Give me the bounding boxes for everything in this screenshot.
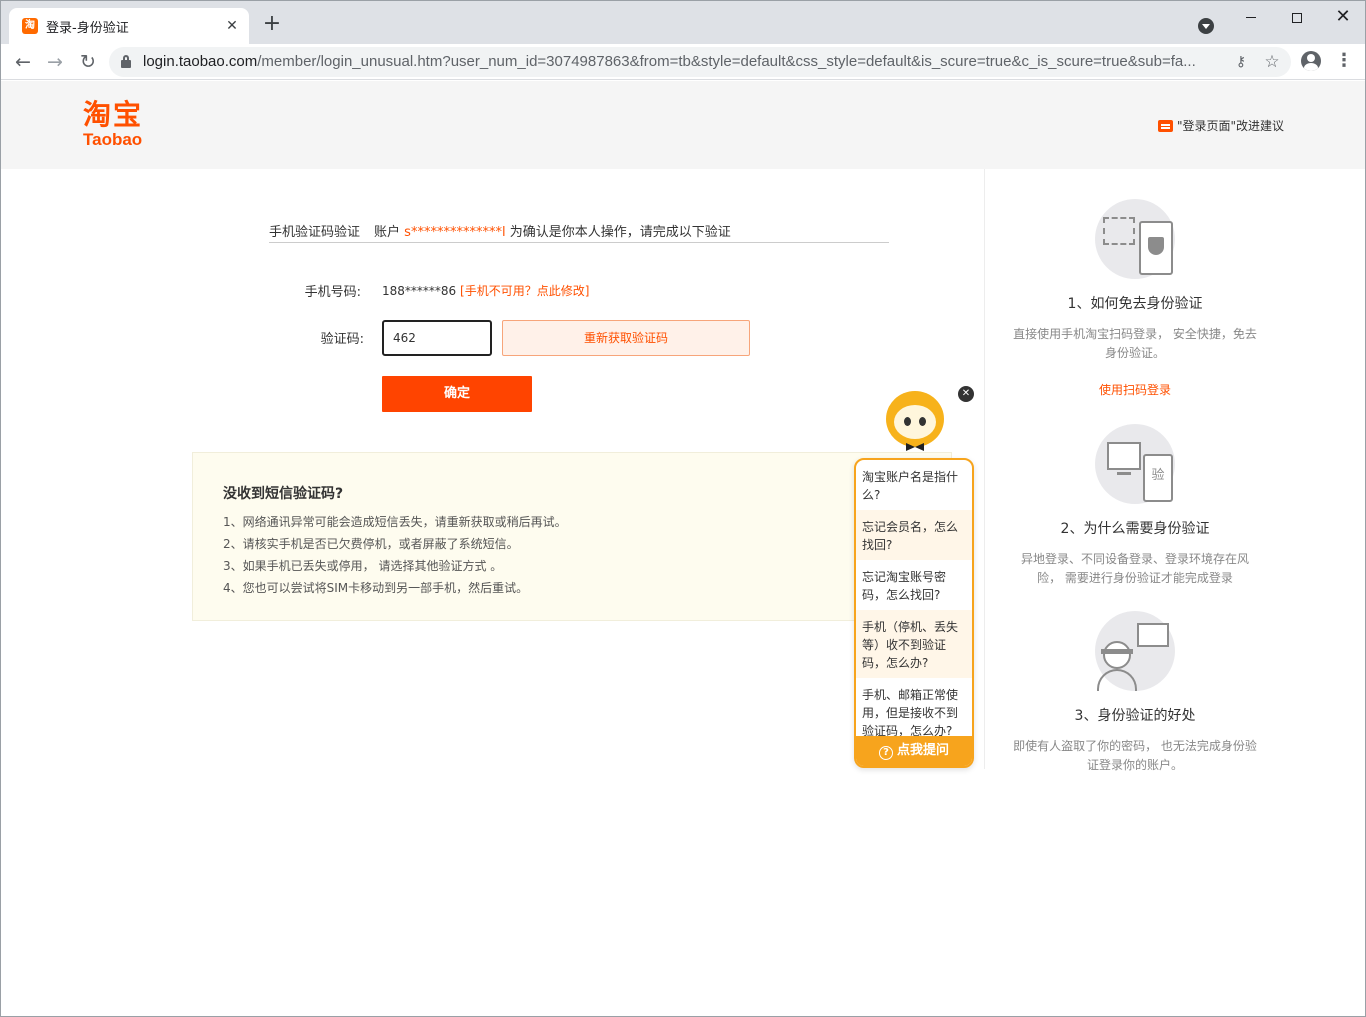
code-label: 验证码: — [320, 332, 364, 347]
logo-en: Taobao — [83, 130, 143, 149]
chat-question[interactable]: 手机（停机、丢失等）收不到验证码，怎么办? — [856, 610, 972, 678]
key-icon[interactable]: ⚷ — [1232, 53, 1250, 71]
reload-icon[interactable]: ↻ — [75, 49, 101, 75]
verify-instruction: 为确认是你本人操作，请完成以下验证 — [509, 225, 731, 240]
window-minimize-button[interactable] — [1228, 5, 1274, 29]
ask-label: 点我提问 — [896, 743, 949, 758]
scan-phone-illustration-icon — [1095, 199, 1175, 279]
tip-item: 2、请核实手机是否已欠费停机，或者屏蔽了系统短信。 — [223, 537, 519, 551]
account-masked: s**************l — [404, 225, 506, 240]
masked-user-illustration-icon — [1095, 611, 1175, 691]
taobao-favicon-icon: 淘 — [22, 18, 38, 34]
phone-number: 188******86 — [382, 284, 457, 298]
phone-number-row: 188******86 [手机不可用？点此修改] — [382, 282, 589, 299]
tips-list: 1、网络通讯异常可能会造成短信丢失，请重新获取或稍后再试。 2、请核实手机是否已… — [223, 511, 567, 599]
verification-code-input[interactable]: 462 — [382, 320, 492, 356]
chat-question[interactable]: 淘宝账户名是指什么? — [856, 460, 972, 510]
feedback-label: "登录页面"改进建议 — [1177, 119, 1285, 133]
tab-active[interactable]: 淘 登录-身份验证 ✕ — [9, 8, 249, 44]
browser-window: 淘 登录-身份验证 ✕ + ✕ ← → ↻ login.taobao.com/m… — [0, 0, 1366, 1017]
change-phone-link[interactable]: [手机不可用？点此修改] — [460, 284, 589, 298]
help-title: 2、为什么需要身份验证 — [1060, 521, 1210, 537]
ask-question-button[interactable]: ? 点我提问 — [856, 736, 972, 766]
chat-question[interactable]: 忘记淘宝账号密码，怎么找回? — [856, 560, 972, 610]
confirm-button[interactable]: 确定 — [382, 376, 532, 412]
phone-label: 手机号码: — [304, 285, 361, 300]
url-path: /member/login_unusual.htm?user_num_id=30… — [257, 53, 1196, 70]
site-header: 淘宝 Taobao "登录页面"改进建议 — [1, 81, 1365, 169]
resend-code-button[interactable]: 重新获取验证码 — [502, 320, 750, 356]
chat-close-icon[interactable]: ✕ — [958, 386, 974, 402]
window-maximize-button[interactable] — [1274, 5, 1320, 29]
chat-question[interactable]: 忘记会员名，怎么找回? — [856, 510, 972, 560]
tips-title: 没收到短信验证码? — [223, 486, 344, 502]
help-desc: 即使有人盗取了你的密码， 也无法完成身份验证登录你的账户。 — [1013, 739, 1257, 772]
help-item-benefits: 3、身份验证的好处 即使有人盗取了你的密码， 也无法完成身份验证登录你的账户。 — [1011, 611, 1259, 775]
chat-assistant-panel: 淘宝账户名是指什么? 忘记会员名，怎么找回? 忘记淘宝账号密码，怎么找回? 手机… — [854, 458, 974, 768]
feedback-link[interactable]: "登录页面"改进建议 — [1158, 117, 1284, 134]
help-title: 3、身份验证的好处 — [1074, 708, 1196, 724]
kebab-menu-icon[interactable]: ⋮ — [1335, 50, 1353, 72]
window-close-button[interactable]: ✕ — [1320, 5, 1365, 29]
tab-close-icon[interactable]: ✕ — [223, 17, 241, 35]
url-text[interactable]: login.taobao.com/member/login_unusual.ht… — [143, 53, 1223, 70]
assistant-mascot-icon[interactable] — [884, 389, 946, 455]
question-icon: ? — [878, 746, 893, 760]
tab-title: 登录-身份验证 — [46, 21, 129, 36]
tip-item: 4、您也可以尝试将SIM卡移动到另一部手机，然后重试。 — [223, 581, 529, 595]
tip-item: 3、如果手机已丢失或停用， 请选择其他验证方式 。 — [223, 559, 503, 573]
tab-search-icon[interactable] — [1198, 18, 1214, 34]
help-desc: 直接使用手机淘宝扫码登录， 安全快捷，免去身份验证。 — [1013, 327, 1257, 360]
bookmark-star-icon[interactable]: ☆ — [1261, 51, 1283, 73]
taobao-logo[interactable]: 淘宝 Taobao — [83, 99, 163, 151]
tip-item: 1、网络通讯异常可能会造成短信丢失，请重新获取或稍后再试。 — [223, 515, 567, 529]
account-prefix: 账户 — [374, 225, 401, 240]
logo-cn: 淘宝 — [83, 98, 144, 131]
help-item-skip-verification: 1、如何免去身份验证 直接使用手机淘宝扫码登录， 安全快捷，免去身份验证。 使用… — [1011, 199, 1259, 398]
lock-icon[interactable] — [121, 55, 131, 68]
scan-login-link[interactable]: 使用扫码登录 — [1011, 381, 1259, 398]
url-host: login.taobao.com — [143, 53, 258, 70]
verify-glyph: 验 — [1143, 454, 1173, 502]
forward-arrow-icon[interactable]: → — [42, 49, 68, 75]
devices-illustration-icon: 验 — [1095, 424, 1175, 504]
verify-title-bar: 手机验证码验证 账户 s**************l 为确认是你本人操作，请完成… — [269, 221, 889, 243]
back-arrow-icon[interactable]: ← — [10, 49, 36, 75]
verify-method-tab[interactable]: 手机验证码验证 — [269, 225, 360, 240]
sms-tips-box: 没收到短信验证码? 1、网络通讯异常可能会造成短信丢失，请重新获取或稍后再试。 … — [192, 452, 952, 621]
help-title: 1、如何免去身份验证 — [1067, 296, 1203, 312]
tab-bar: 淘 登录-身份验证 ✕ + ✕ — [1, 1, 1365, 44]
help-desc: 异地登录、不同设备登录、登录环境存在风险， 需要进行身份验证才能完成登录 — [1020, 552, 1249, 585]
profile-avatar-icon[interactable] — [1301, 51, 1321, 71]
page-content: 淘宝 Taobao "登录页面"改进建议 手机验证码验证 账户 s********… — [1, 81, 1365, 1016]
address-bar[interactable]: login.taobao.com/member/login_unusual.ht… — [109, 47, 1291, 77]
help-item-why-verify: 验 2、为什么需要身份验证 异地登录、不同设备登录、登录环境存在风险， 需要进行… — [1011, 424, 1259, 588]
new-tab-icon[interactable]: + — [261, 13, 283, 36]
message-icon — [1158, 120, 1173, 132]
browser-toolbar: ← → ↻ login.taobao.com/member/login_unus… — [1, 44, 1365, 80]
